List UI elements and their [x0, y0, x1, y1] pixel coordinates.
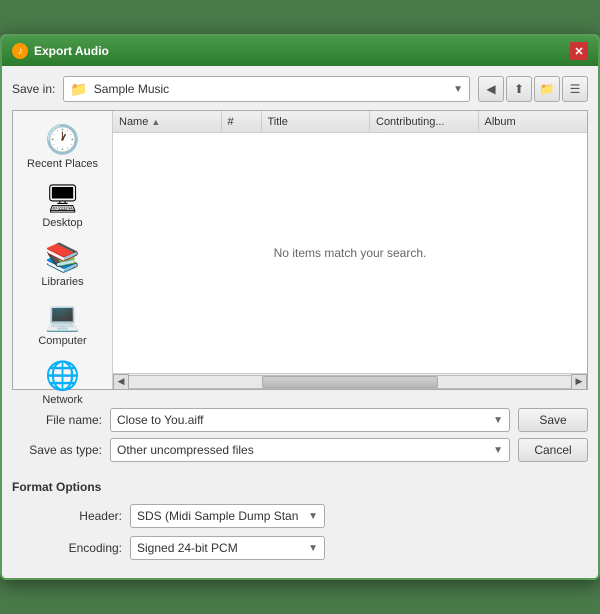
- header-format-dropdown[interactable]: SDS (Midi Sample Dump Stan ▼: [130, 504, 325, 528]
- filename-input[interactable]: Close to You.aiff ▼: [110, 408, 510, 432]
- recent-places-label: Recent Places: [27, 158, 98, 170]
- encoding-format-value: Signed 24-bit PCM: [137, 541, 304, 555]
- horizontal-scrollbar[interactable]: ◀ ▶: [113, 373, 587, 389]
- header-dropdown-arrow: ▼: [308, 511, 318, 522]
- save-in-folder-name: Sample Music: [94, 82, 447, 96]
- new-folder-icon: 📁: [540, 82, 555, 96]
- scrollbar-track[interactable]: [129, 375, 571, 389]
- filetype-value: Other uncompressed files: [117, 443, 489, 457]
- title-bar: ♪ Export Audio ✕: [2, 36, 598, 66]
- col-number[interactable]: #: [222, 111, 262, 132]
- views-button[interactable]: ☰: [562, 76, 588, 102]
- title-bar-left: ♪ Export Audio: [12, 43, 109, 59]
- filename-value: Close to You.aiff: [117, 413, 489, 427]
- scroll-right-button[interactable]: ▶: [571, 374, 587, 390]
- content-area: 🕐 Recent Places 🖥 Desktop 📚 Libraries 💻 …: [12, 110, 588, 390]
- app-icon: ♪: [12, 43, 28, 59]
- file-list-area: Name ▲ # Title Contributing... Album: [113, 111, 587, 389]
- filename-row: File name: Close to You.aiff ▼ Save: [12, 408, 588, 432]
- sidebar: 🕐 Recent Places 🖥 Desktop 📚 Libraries 💻 …: [13, 111, 113, 389]
- header-format-value: SDS (Midi Sample Dump Stan: [137, 509, 304, 523]
- new-folder-button[interactable]: 📁: [534, 76, 560, 102]
- file-list-header: Name ▲ # Title Contributing... Album: [113, 111, 587, 133]
- save-in-dropdown-arrow: ▼: [453, 84, 463, 95]
- network-icon: 🌐: [45, 359, 80, 392]
- save-in-label: Save in:: [12, 82, 55, 96]
- encoding-format-row: Encoding: Signed 24-bit PCM ▼: [12, 536, 588, 560]
- folder-icon: 📁: [70, 81, 87, 98]
- filetype-row: Save as type: Other uncompressed files ▼…: [12, 438, 588, 462]
- sidebar-item-computer[interactable]: 💻 Computer: [18, 296, 108, 351]
- col-title[interactable]: Title: [262, 111, 371, 132]
- col-contributing[interactable]: Contributing...: [370, 111, 479, 132]
- format-options-label: Format Options: [12, 480, 588, 494]
- dialog-body: Save in: 📁 Sample Music ▼ ◀ ⬆ 📁 ☰: [2, 66, 598, 400]
- up-button[interactable]: ⬆: [506, 76, 532, 102]
- scroll-left-button[interactable]: ◀: [113, 374, 129, 390]
- header-format-label: Header:: [42, 509, 122, 523]
- sidebar-item-desktop[interactable]: 🖥 Desktop: [18, 178, 108, 233]
- close-button[interactable]: ✕: [570, 42, 588, 60]
- window-title: Export Audio: [34, 44, 109, 58]
- sidebar-item-network[interactable]: 🌐 Network: [18, 355, 108, 410]
- encoding-dropdown-arrow: ▼: [308, 543, 318, 554]
- up-icon: ⬆: [514, 82, 524, 96]
- back-button[interactable]: ◀: [478, 76, 504, 102]
- export-audio-dialog: ♪ Export Audio ✕ Save in: 📁 Sample Music…: [0, 34, 600, 580]
- format-options-section: Format Options Header: SDS (Midi Sample …: [2, 476, 598, 578]
- save-in-row: Save in: 📁 Sample Music ▼ ◀ ⬆ 📁 ☰: [12, 76, 588, 102]
- encoding-format-dropdown[interactable]: Signed 24-bit PCM ▼: [130, 536, 325, 560]
- scrollbar-thumb[interactable]: [262, 376, 439, 388]
- computer-label: Computer: [38, 335, 86, 347]
- desktop-label: Desktop: [42, 217, 82, 229]
- save-in-dropdown[interactable]: 📁 Sample Music ▼: [63, 76, 470, 102]
- encoding-format-label: Encoding:: [42, 541, 122, 555]
- network-label: Network: [42, 394, 82, 406]
- computer-icon: 💻: [45, 300, 80, 333]
- filename-dropdown-arrow: ▼: [493, 415, 503, 426]
- save-button[interactable]: Save: [518, 408, 588, 432]
- libraries-label: Libraries: [41, 276, 83, 288]
- header-format-row: Header: SDS (Midi Sample Dump Stan ▼: [12, 504, 588, 528]
- recent-places-icon: 🕐: [45, 123, 80, 156]
- cancel-button[interactable]: Cancel: [518, 438, 588, 462]
- libraries-icon: 📚: [45, 241, 80, 274]
- views-icon: ☰: [570, 82, 581, 96]
- filename-label: File name:: [12, 413, 102, 427]
- file-list-empty-message: No items match your search.: [113, 133, 587, 373]
- toolbar-buttons: ◀ ⬆ 📁 ☰: [478, 76, 588, 102]
- col-album[interactable]: Album: [479, 111, 588, 132]
- filetype-label: Save as type:: [12, 443, 102, 457]
- filetype-dropdown-arrow: ▼: [493, 445, 503, 456]
- sidebar-item-recent-places[interactable]: 🕐 Recent Places: [18, 119, 108, 174]
- bottom-section: File name: Close to You.aiff ▼ Save Save…: [2, 400, 598, 476]
- desktop-icon: 🖥: [45, 182, 81, 215]
- sort-arrow: ▲: [151, 117, 160, 127]
- filetype-dropdown[interactable]: Other uncompressed files ▼: [110, 438, 510, 462]
- back-icon: ◀: [486, 82, 495, 96]
- col-name[interactable]: Name ▲: [113, 111, 222, 132]
- sidebar-item-libraries[interactable]: 📚 Libraries: [18, 237, 108, 292]
